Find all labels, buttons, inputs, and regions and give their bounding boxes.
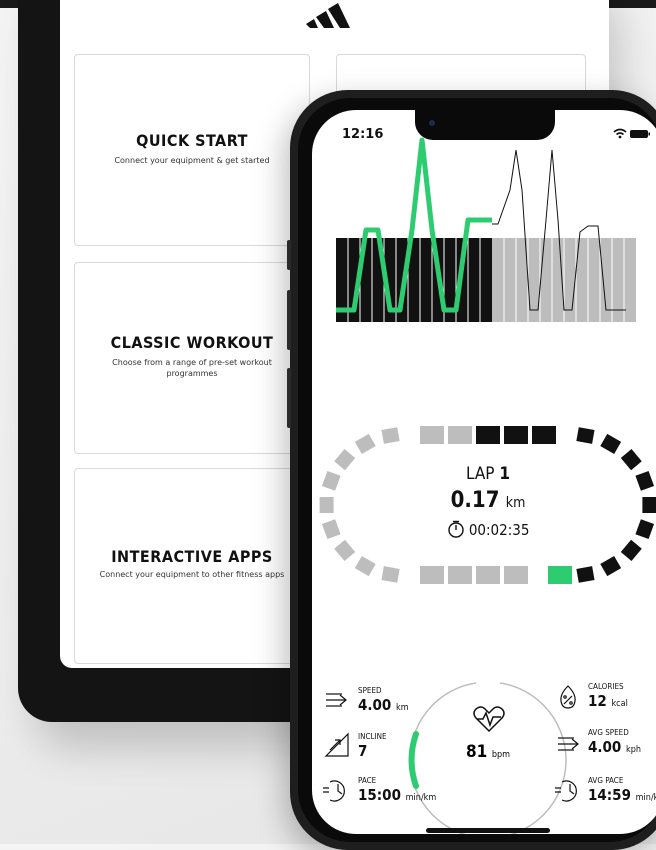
- track-segment: [476, 566, 500, 584]
- distance-value: 0.17: [450, 488, 500, 513]
- timer-value: 00:02:35: [468, 521, 530, 539]
- track-segment: [448, 566, 472, 584]
- track-segment: [420, 566, 444, 584]
- card-subtitle: Connect your equipment & get started: [114, 156, 270, 165]
- home-indicator: [426, 828, 550, 833]
- avg-pace-unit: min/km: [635, 793, 656, 803]
- pace-metric: 15:00 min/km: [358, 786, 436, 804]
- incline-label: INCLINE: [358, 732, 387, 741]
- distance-unit: km: [505, 495, 526, 511]
- heart-rate-value: 81: [465, 742, 488, 762]
- interactive-apps-card[interactable]: INTERACTIVE APPS Connect your equipment …: [74, 468, 310, 664]
- speed-label: SPEED: [358, 686, 382, 695]
- heart-rate-zone-indicator: [408, 731, 419, 789]
- pace-value: 15:00: [358, 786, 401, 804]
- lap-distance: 0.17 km: [312, 488, 656, 513]
- lap-label: LAP: [465, 464, 495, 484]
- pace-label: PACE: [358, 776, 377, 785]
- avg-speed-label: AVG SPEED: [588, 728, 629, 737]
- lap-number: 1: [499, 464, 511, 484]
- track-segment: [381, 566, 400, 583]
- track-segment: [504, 566, 528, 584]
- track-segment: [354, 433, 376, 454]
- card-subtitle: Connect your equipment to other fitness …: [99, 570, 285, 579]
- card-title: INTERACTIVE APPS: [111, 547, 273, 566]
- calories-metric: 12 kcal: [588, 692, 628, 710]
- heart-rate-readout: 81 bpm: [438, 742, 538, 762]
- classic-workout-card[interactable]: CLASSIC WORKOUT Choose from a range of p…: [74, 262, 310, 454]
- calories-unit: kcal: [611, 699, 628, 709]
- avg-pace-icon: [555, 780, 577, 802]
- track-segment: [576, 566, 595, 583]
- phone-bezel: 12:16 LAP 1 0.17 km 00:02:35 81 bpm SPEE…: [298, 98, 656, 842]
- avg-speed-unit: kph: [626, 745, 641, 755]
- card-title: CLASSIC WORKOUT: [110, 333, 274, 352]
- track-segment: [420, 426, 444, 444]
- mute-switch: [287, 240, 291, 270]
- track-segment: [600, 433, 622, 454]
- stopwatch-icon: [447, 520, 465, 538]
- adidas-logo-icon: [306, 3, 350, 28]
- pace-unit: min/km: [405, 793, 437, 803]
- volume-up-button: [287, 290, 291, 350]
- incline-value: 7: [358, 742, 368, 760]
- speed-value: 4.00: [358, 696, 392, 714]
- phone-screen: 12:16 LAP 1 0.17 km 00:02:35 81 bpm SPEE…: [312, 110, 656, 834]
- track-segment: [354, 556, 376, 577]
- track-segment: [448, 426, 472, 444]
- speed-metric: 4.00 km: [358, 696, 409, 714]
- heart-rate-unit: bpm: [491, 750, 511, 760]
- avg-speed-metric: 4.00 kph: [588, 738, 641, 756]
- track-segment: [381, 427, 400, 444]
- avg-speed-icon: [558, 737, 579, 751]
- pace-icon: [323, 780, 345, 802]
- track-segment: [600, 556, 622, 577]
- calories-value: 12: [588, 692, 607, 710]
- track-segment: [576, 427, 595, 444]
- volume-down-button: [287, 368, 291, 428]
- avg-pace-label: AVG PACE: [588, 776, 624, 785]
- card-title: QUICK START: [136, 131, 248, 150]
- lap-timer: 00:02:35: [312, 520, 656, 539]
- avg-speed-value: 4.00: [588, 738, 622, 756]
- avg-pace-metric: 14:59 min/km: [588, 786, 656, 804]
- speed-icon: [326, 693, 347, 707]
- track-segment: [476, 426, 500, 444]
- speed-unit: km: [396, 703, 409, 713]
- incline-icon: [324, 732, 349, 757]
- phone-device: 12:16 LAP 1 0.17 km 00:02:35 81 bpm SPEE…: [287, 90, 656, 850]
- workout-profile-chart: [336, 137, 636, 322]
- card-subtitle: Choose from a range of pre-set workout p…: [112, 358, 272, 378]
- heart-rate-icon: [473, 706, 505, 733]
- lap-indicator: LAP 1: [312, 464, 656, 484]
- track-segment: [620, 539, 642, 561]
- quick-start-card[interactable]: QUICK START Connect your equipment & get…: [74, 54, 310, 246]
- track-segment: [532, 426, 556, 444]
- calories-label: CALORIES: [588, 682, 624, 691]
- calories-icon: [560, 685, 576, 709]
- track-progress-segment: [548, 566, 572, 584]
- track-segment: [504, 426, 528, 444]
- track-segment: [334, 539, 356, 561]
- avg-pace-value: 14:59: [588, 786, 631, 804]
